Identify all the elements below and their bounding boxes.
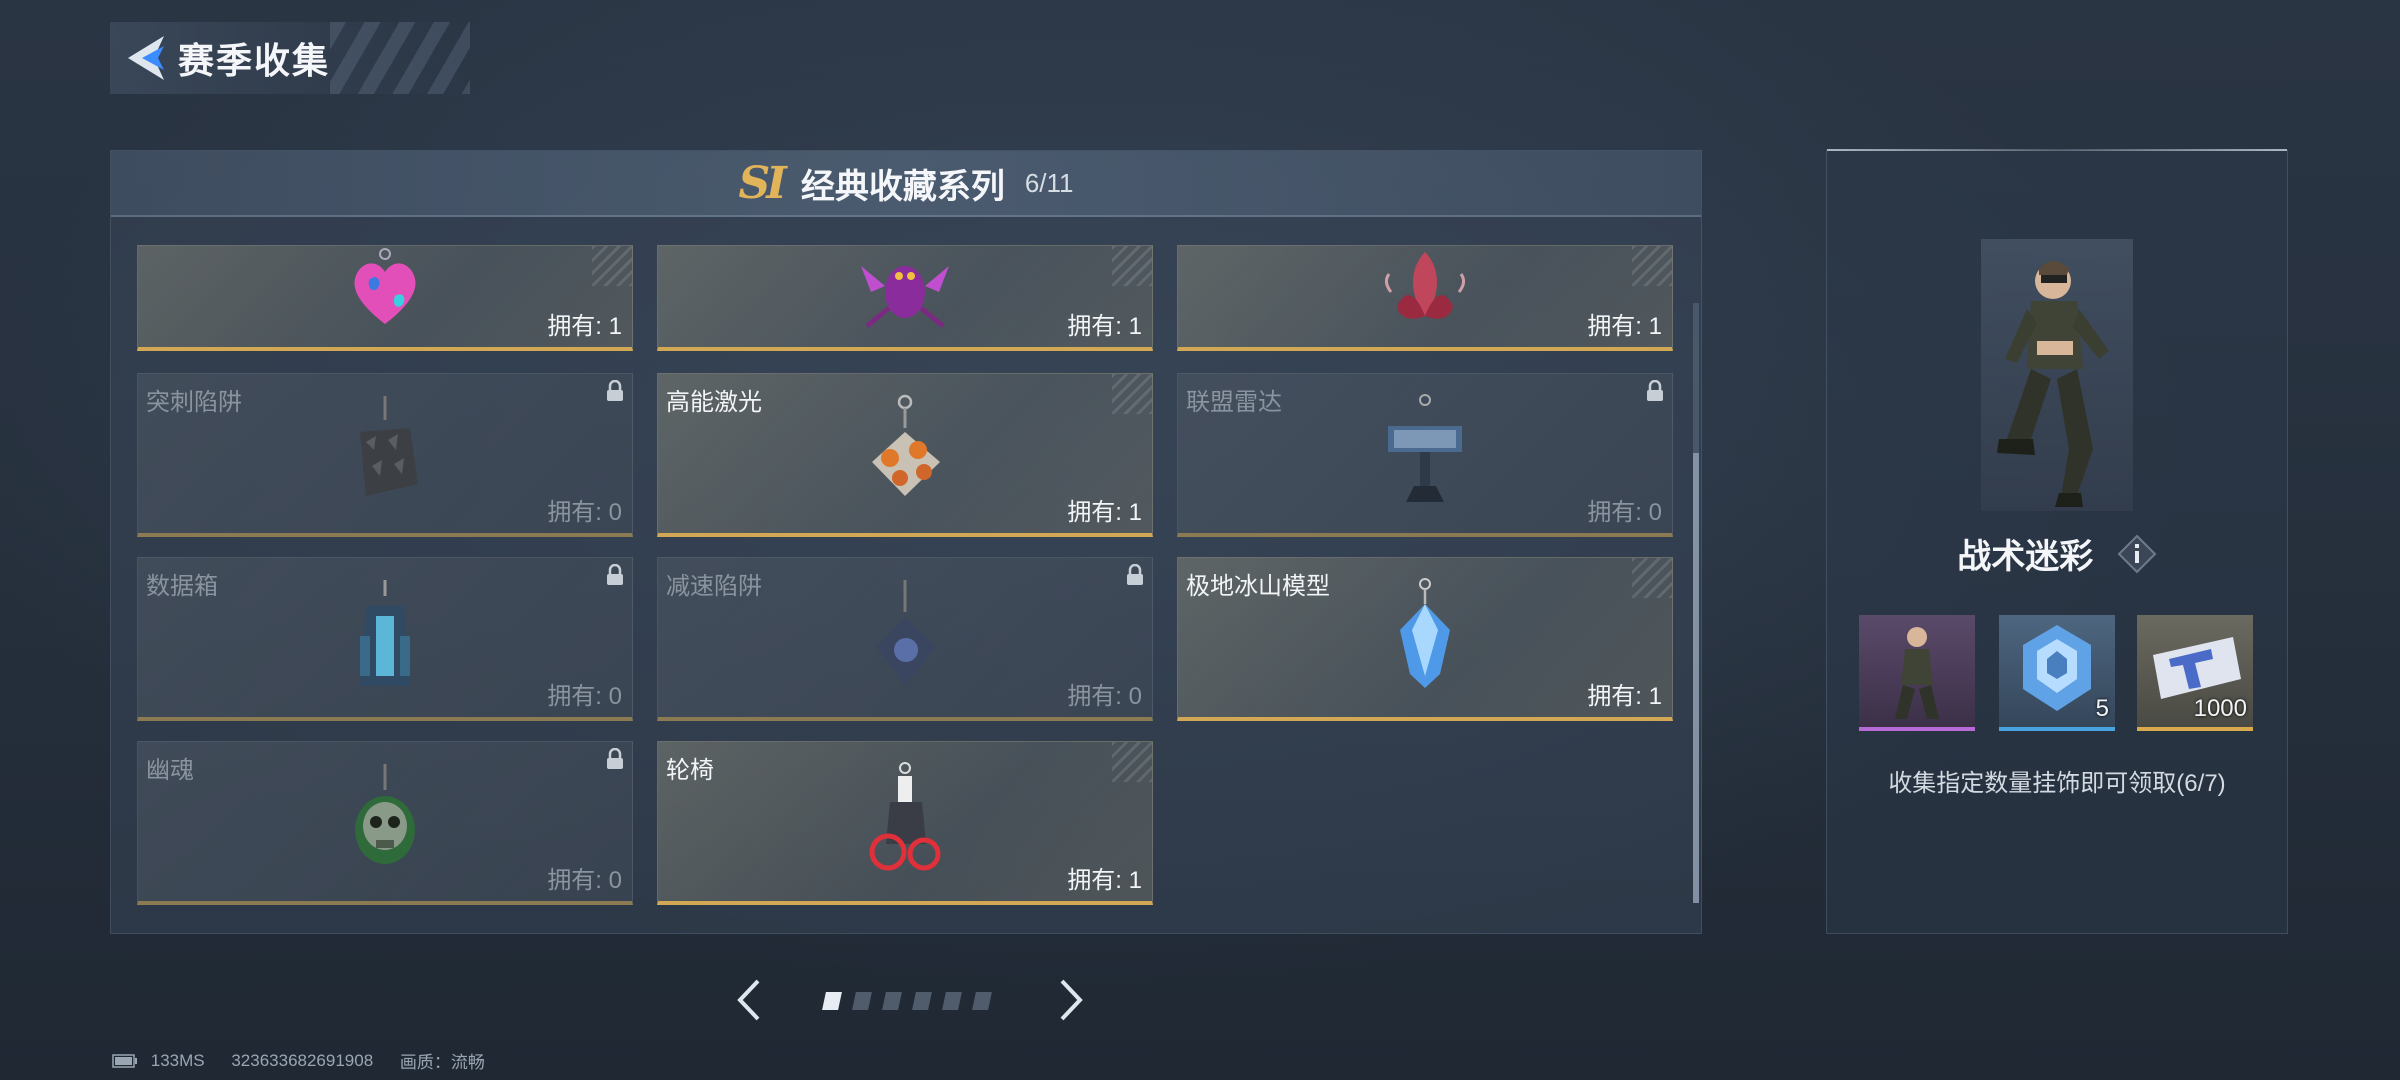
page-dot-5[interactable] [942, 992, 962, 1010]
prev-page-arrow-icon[interactable] [730, 975, 770, 1025]
owned-count: 拥有: 0 [547, 683, 622, 710]
page-dot-6[interactable] [972, 992, 992, 1010]
ghost-skull-charm-icon [355, 764, 415, 864]
data-box-charm-icon [360, 580, 410, 686]
card-corner-decoration [1112, 374, 1152, 414]
wheelchair-charm-icon [869, 762, 941, 871]
owned-count: 拥有: 1 [1067, 867, 1142, 894]
lock-icon [607, 380, 623, 401]
collection-item-radar[interactable]: 联盟雷达 拥有: 0 [1177, 373, 1673, 537]
purple-bug-charm-icon [861, 266, 949, 328]
reward-description: 收集指定数量挂饰即可领取(6/7) [1888, 770, 2226, 797]
back-arrow-icon [128, 36, 164, 80]
item-name: 高能激光 [666, 389, 762, 416]
lock-icon [1647, 380, 1663, 401]
laser-charm-icon [872, 394, 940, 496]
header-stripes-decoration [330, 22, 470, 94]
battery-icon [112, 1053, 137, 1068]
reward-item-ticket[interactable]: 1000 [2137, 615, 2253, 731]
collection-item-laser[interactable]: 高能激光 拥有: 1 [657, 373, 1153, 537]
lock-icon [1127, 564, 1143, 585]
reward-skin-portrait[interactable] [1981, 239, 2133, 511]
scrollbar[interactable] [1693, 303, 1699, 903]
red-flower-charm-icon [1384, 252, 1466, 319]
owned-count: 拥有: 1 [1587, 683, 1662, 710]
collection-item-2[interactable]: 拥有: 1 [657, 245, 1153, 351]
series-title: 经典收藏系列 [800, 167, 1005, 206]
collection-grid: 拥有: 1 拥有: 1 拥有: 1 突刺陷阱 拥有: 0 高能激光 拥有: 1 … [137, 245, 1687, 915]
page-title: 赛季收集 [178, 40, 331, 81]
page-dot-1[interactable] [822, 992, 842, 1010]
reward-name-text: 战术迷彩 [1957, 538, 2094, 576]
reward-item-crystal[interactable]: 5 [1999, 615, 2115, 731]
collection-item-iceberg[interactable]: 极地冰山模型 拥有: 1 [1177, 557, 1673, 721]
page-dot-3[interactable] [882, 992, 902, 1010]
collection-panel: SI 经典收藏系列 6/11 拥有: 1 拥有: 1 拥有: 1 突刺陷阱 拥有… [110, 150, 1702, 934]
owned-count: 拥有: 0 [1587, 499, 1662, 526]
owned-count: 拥有: 0 [547, 499, 622, 526]
item-name: 减速陷阱 [666, 573, 762, 600]
lock-icon [607, 564, 623, 585]
next-page-arrow-icon[interactable] [1050, 975, 1090, 1025]
owned-count: 拥有: 1 [1067, 313, 1142, 340]
lock-icon [607, 748, 623, 769]
slow-trap-charm-icon [876, 580, 936, 686]
series-progress: 6/11 [1024, 167, 1074, 198]
item-name: 轮椅 [666, 757, 714, 784]
owned-count: 拥有: 1 [1587, 313, 1662, 340]
reward-quantity: 1000 [2193, 695, 2247, 722]
collection-item-data-box[interactable]: 数据箱 拥有: 0 [137, 557, 633, 721]
scrollbar-thumb[interactable] [1693, 453, 1699, 903]
item-name: 数据箱 [146, 573, 218, 600]
panel-top-line [1827, 149, 2287, 151]
collection-item-slow-trap[interactable]: 减速陷阱 拥有: 0 [657, 557, 1153, 721]
soldier-character-icon [1997, 261, 2109, 507]
collection-item-3[interactable]: 拥有: 1 [1177, 245, 1673, 351]
user-id: 323633682691908 [231, 1050, 374, 1070]
collection-item-ghost[interactable]: 幽魂 拥有: 0 [137, 741, 633, 905]
character-skin-icon [1895, 627, 1939, 719]
page-dot-2[interactable] [852, 992, 872, 1010]
reward-panel: 战术迷彩 5 1000 收集指定数量挂饰即可领取(6/7) [1826, 149, 2288, 934]
card-corner-decoration [592, 246, 632, 286]
graphics-quality: 画质：流畅 [399, 1053, 485, 1072]
card-corner-decoration [1632, 558, 1672, 598]
card-corner-decoration [1112, 742, 1152, 782]
item-name: 突刺陷阱 [146, 389, 242, 416]
radar-charm-icon [1388, 394, 1462, 502]
collection-item-1[interactable]: 拥有: 1 [137, 245, 633, 351]
item-name: 极地冰山模型 [1186, 573, 1330, 600]
page-header: 赛季收集 [110, 22, 470, 94]
item-name: 联盟雷达 [1186, 389, 1282, 416]
back-button[interactable] [110, 22, 178, 94]
card-corner-decoration [1632, 246, 1672, 286]
card-corner-decoration [1112, 246, 1152, 286]
pink-heart-charm-icon [354, 248, 416, 324]
iceberg-charm-icon [1400, 578, 1450, 688]
info-icon[interactable] [2117, 534, 2157, 574]
owned-count: 拥有: 0 [1067, 683, 1142, 710]
collection-item-spike-trap[interactable]: 突刺陷阱 拥有: 0 [137, 373, 633, 537]
reward-title: 战术迷彩 [1827, 529, 2287, 578]
reward-items: 5 1000 [1859, 615, 2259, 735]
spike-trap-charm-icon [360, 396, 418, 496]
status-footer: 133MS 323633682691908 画质：流畅 [112, 1048, 507, 1073]
pagination [730, 975, 1090, 1025]
owned-count: 拥有: 0 [547, 867, 622, 894]
reward-item-skin[interactable] [1859, 615, 1975, 731]
collection-item-wheelchair[interactable]: 轮椅 拥有: 1 [657, 741, 1153, 905]
owned-count: 拥有: 1 [547, 313, 622, 340]
series-logo: SI [738, 157, 786, 209]
item-name: 幽魂 [146, 757, 194, 784]
ping-readout: 133MS [150, 1050, 205, 1070]
reward-quantity: 5 [2095, 695, 2109, 722]
owned-count: 拥有: 1 [1067, 499, 1142, 526]
series-header: SI 经典收藏系列 6/11 [111, 151, 1701, 217]
page-dot-4[interactable] [912, 992, 932, 1010]
